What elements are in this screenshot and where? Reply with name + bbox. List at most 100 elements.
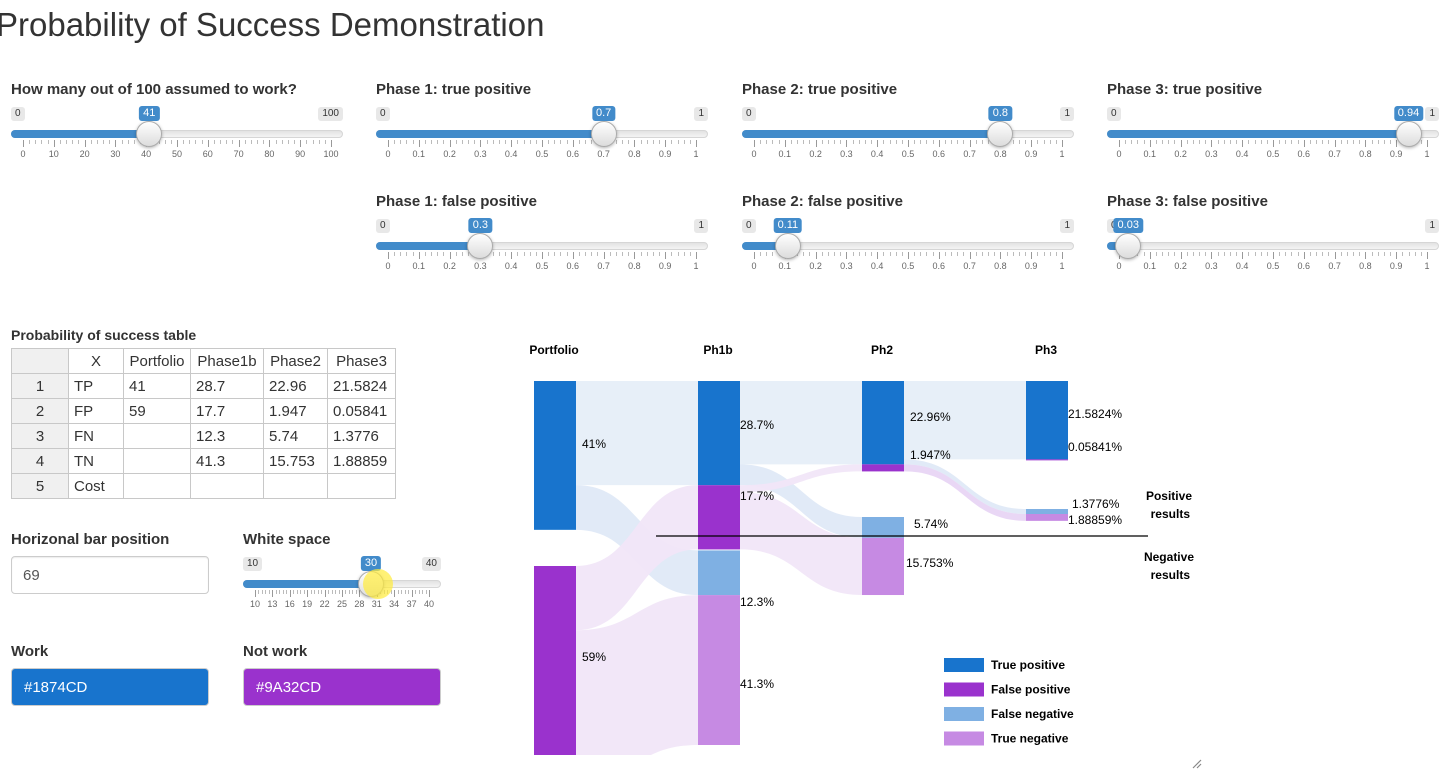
resize-grip-icon[interactable] [1190,757,1202,769]
slider-minor-tick [437,140,439,144]
slider-minor-tick [1291,252,1293,256]
slider-minor-tick [1192,252,1194,256]
slider-minor-tick [41,140,43,144]
slider-value-label: 0.7 [591,106,616,121]
slider-tick [394,590,396,597]
slider-tick-label: 0.1 [1143,149,1157,159]
slider-minor-tick [415,590,417,594]
slider-minor-tick [1266,140,1268,144]
slider-tick [511,140,513,147]
slider-tick-label: 1 [1059,149,1065,159]
slider-minor-tick [683,252,685,256]
slider-minor-tick [523,252,525,256]
slider-minor-tick [975,140,977,144]
slider-minor-tick [1383,140,1385,144]
slider-minor-tick [840,252,842,256]
table-cell: 5.74 [263,423,328,449]
sankey-node [1026,381,1068,460]
sankey-node-label: 28.7% [740,418,774,432]
phase2-fp-slider[interactable]: 0 1 0 0.1 0.2 0.3 0.4 0.5 0.6 0.7 0.8 0.9 1 0.11 [742,218,1074,285]
slider-minor-tick [1402,252,1404,256]
slider-tick-label: 34 [389,599,400,609]
slider-minor-tick [1353,252,1355,256]
slider-minor-tick [474,140,476,144]
not-work-color-input[interactable]: #9A32CD [243,668,441,706]
slider-tick-label: 0.7 [1328,149,1341,159]
table-title: Probability of success table [11,327,197,343]
slider-minor-tick [920,140,922,144]
slider-minor-tick [279,590,281,594]
slider-tick-label: 19 [302,599,313,609]
slider-tick-label: 31 [371,599,382,609]
slider-minor-tick [981,140,983,144]
slider-minor-tick [622,252,624,256]
sankey-node-label: 17.7% [740,489,774,503]
slider-minor-tick [554,252,556,256]
sankey-node [862,381,904,465]
slider-minor-tick [834,252,836,256]
slider-minor-tick [1192,140,1194,144]
work-color-input[interactable]: #1874CD [11,668,209,706]
phase3-tp-slider[interactable]: 0 1 0 0.1 0.2 0.3 0.4 0.5 0.6 0.7 0.8 0.9 1 0.94 [1107,106,1439,173]
slider-minor-tick [1018,140,1020,144]
slider-minor-tick [431,252,433,256]
slider-minor-tick [226,140,228,144]
phase1-tp-slider[interactable]: 0 1 0 0.1 0.2 0.3 0.4 0.5 0.6 0.7 0.8 0.9 1 0.7 [376,106,708,173]
sankey-node [862,517,904,538]
slider-tick [969,252,971,259]
slider-minor-tick [548,252,550,256]
phase3-fp-slider[interactable]: 0100.10.20.30.40.50.60.70.80.910.03 [1107,218,1439,285]
slider-tick-label: 0.5 [535,261,549,271]
slider-minor-tick [1408,252,1410,256]
table-cell: 5 [11,473,69,499]
slider-minor-tick [406,140,408,144]
slider-tick [1242,140,1244,147]
slider-track[interactable] [1107,242,1439,250]
slider-minor-tick [244,140,246,144]
table-cell: TP [68,373,124,399]
phase1-fp-slider[interactable]: 0 1 0 0.1 0.2 0.3 0.4 0.5 0.6 0.7 0.8 0.9 1 0.3 [376,218,708,285]
slider-minor-tick [1186,140,1188,144]
slider-minor-tick [689,252,691,256]
slider-tick-label: 0.3 [840,149,853,159]
table-cell: 0.05841 [327,398,396,424]
slider-minor-tick [317,590,319,594]
slider-minor-tick [263,140,265,144]
slider-minor-tick [1285,252,1287,256]
slider-minor-tick [425,590,427,594]
sankey-node [698,550,740,596]
slider-minor-tick [981,252,983,256]
slider-handle[interactable] [774,233,801,259]
slider-tick [1334,140,1336,147]
slider-tick-label: 16 [284,599,295,609]
phase2-tp-slider[interactable]: 0 1 0 0.1 0.2 0.3 0.4 0.5 0.6 0.7 0.8 0.9 1 0.8 [742,106,1074,173]
slider-minor-tick [1328,252,1330,256]
slider-tick-label: 0.9 [658,261,672,271]
slider-minor-tick [677,140,679,144]
slider-minor-tick [281,140,283,144]
slider-tick [938,252,940,259]
slider-handle[interactable] [590,121,617,147]
slider-tick [269,140,271,147]
slider-tick-label: 0.2 [1174,261,1187,271]
slider-minor-tick [1043,252,1045,256]
white-space-slider[interactable]: 10 40 10 13 16 19 22 25 28 31 34 37 40 30 [243,556,441,623]
bar-position-input[interactable]: 69 [11,556,209,594]
slider-tick [289,590,291,597]
slider-minor-tick [29,140,31,144]
slider-tick [342,590,343,597]
slider-tick [1211,252,1213,259]
slider-tick-label: 0.4 [1235,149,1249,159]
table-cell: 2 [11,398,69,424]
slider-tick [572,252,574,259]
not-work-color-label: Not work [243,643,308,660]
slider-handle[interactable] [1395,121,1422,147]
works-slider[interactable]: 0 100 0 10 20 30 40 50 60 70 80 90 100 41 [11,106,343,173]
slider-tick [877,252,879,259]
slider-tick-label: 0.8 [1359,261,1372,271]
slider-minor-tick [944,252,946,256]
slider-fill [243,580,371,588]
slider-minor-tick [404,590,406,594]
slider-minor-tick [355,590,357,594]
table-cell: 21.5824 [327,373,396,399]
